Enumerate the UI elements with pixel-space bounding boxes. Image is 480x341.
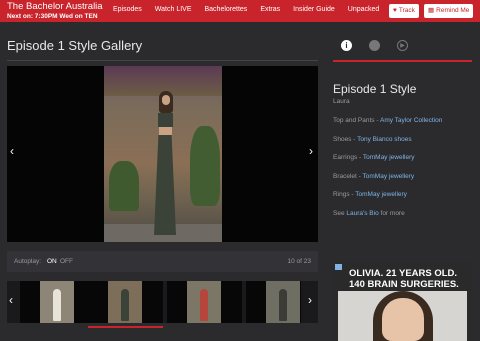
- show-title[interactable]: The Bachelor Australia: [7, 2, 103, 12]
- detail-item: See Laura's Bio for more: [333, 210, 405, 217]
- autoplay-off-toggle[interactable]: OFF: [60, 258, 73, 265]
- detail-label: Bracelet -: [333, 173, 363, 180]
- thumbnail[interactable]: [246, 281, 301, 323]
- detail-suffix: for more: [378, 210, 405, 217]
- sidebar-tabs: i ▶: [333, 36, 472, 60]
- nav-episodes[interactable]: Episodes: [113, 6, 142, 13]
- detail-label: Top and Pants -: [333, 117, 380, 124]
- divider: [7, 60, 318, 61]
- remind-label: Remind Me: [436, 7, 470, 14]
- autoplay-label: Autoplay:: [14, 258, 42, 265]
- track-button[interactable]: ♥ Track: [389, 4, 419, 18]
- thumbnail[interactable]: [167, 281, 242, 323]
- detail-link[interactable]: Amy Taylor Collection: [380, 117, 442, 124]
- page-title: Episode 1 Style Gallery: [7, 38, 143, 53]
- info-icon[interactable]: i: [341, 40, 352, 51]
- thumbnail-strip: ‹ ›: [7, 281, 318, 323]
- ad-headline: OLIVIA. 21 YEARS OLD.: [349, 268, 458, 279]
- bio-link[interactable]: Laura's Bio: [346, 210, 378, 217]
- nav-watch-live[interactable]: Watch LIVE: [155, 6, 192, 13]
- dot-icon[interactable]: [369, 40, 380, 51]
- main-nav: Episodes Watch LIVE Bachelorettes Extras…: [113, 6, 392, 13]
- detail-item: Bracelet - TomMay jewellery: [333, 173, 414, 180]
- thumbnail-active[interactable]: [88, 281, 163, 323]
- play-icon[interactable]: ▶: [397, 40, 408, 51]
- autoplay-on-toggle[interactable]: ON: [47, 258, 57, 265]
- sidebar-subtitle: Laura: [333, 98, 350, 105]
- thumbnail[interactable]: [20, 281, 95, 323]
- detail-label: Earrings -: [333, 154, 363, 161]
- gallery-photo: [104, 66, 222, 242]
- remind-me-button[interactable]: ▦ Remind Me: [424, 4, 474, 18]
- strip-prev-arrow-icon[interactable]: ‹: [9, 293, 13, 307]
- detail-label: Shoes -: [333, 136, 358, 143]
- tab-indicator: [333, 60, 472, 62]
- prev-arrow-icon[interactable]: ‹: [10, 144, 14, 158]
- ad-choices-icon[interactable]: [335, 264, 342, 270]
- detail-label: See: [333, 210, 347, 217]
- sidebar-title: Episode 1 Style: [333, 82, 417, 96]
- detail-link[interactable]: TomMay jewellery: [363, 173, 415, 180]
- nav-unpacked[interactable]: Unpacked: [348, 6, 380, 13]
- detail-item: Rings - TomMay jewellery: [333, 191, 407, 198]
- ad-image: [338, 291, 467, 341]
- next-arrow-icon[interactable]: ›: [309, 144, 313, 158]
- brand[interactable]: The Bachelor Australia Next on: 7:30PM W…: [7, 2, 103, 22]
- nav-insider-guide[interactable]: Insider Guide: [293, 6, 335, 13]
- detail-label: Rings -: [333, 191, 356, 198]
- nav-extras[interactable]: Extras: [260, 6, 280, 13]
- slide-counter: 10 of 23: [287, 258, 312, 265]
- top-bar: The Bachelor Australia Next on: 7:30PM W…: [0, 0, 480, 22]
- track-label: Track: [398, 7, 415, 14]
- detail-link[interactable]: TomMay jewellery: [355, 191, 407, 198]
- active-thumbnail-indicator: [88, 326, 163, 328]
- heart-icon: ♥: [393, 7, 397, 14]
- detail-link[interactable]: TomMay jewellery: [363, 154, 415, 161]
- autoplay-bar: Autoplay: ON OFF 10 of 23: [7, 251, 318, 272]
- nav-bachelorettes[interactable]: Bachelorettes: [205, 6, 248, 13]
- strip-next-arrow-icon[interactable]: ›: [308, 293, 312, 307]
- gallery-viewer: ‹ ›: [7, 66, 318, 242]
- detail-link[interactable]: Tony Bianco shoes: [357, 136, 412, 143]
- detail-item: Earrings - TomMay jewellery: [333, 154, 415, 161]
- advertisement[interactable]: OLIVIA. 21 YEARS OLD. 140 BRAIN SURGERIE…: [333, 262, 472, 341]
- detail-item: Top and Pants - Amy Taylor Collection: [333, 117, 442, 124]
- next-on-label: Next on: 7:30PM Wed on TEN: [7, 13, 98, 20]
- ad-headline-2: 140 BRAIN SURGERIES.: [349, 279, 459, 290]
- detail-item: Shoes - Tony Bianco shoes: [333, 136, 412, 143]
- calendar-icon: ▦: [428, 7, 435, 14]
